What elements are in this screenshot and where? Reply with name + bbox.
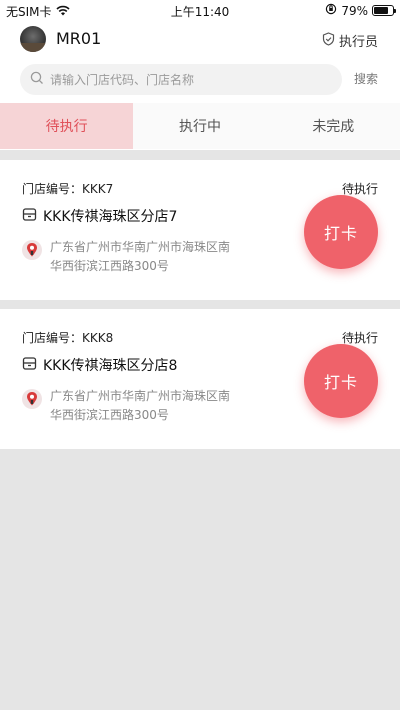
status-bar: 无SIM卡 上午11:40 79% <box>0 0 400 20</box>
avatar[interactable] <box>20 26 46 52</box>
header: MR01 执行员 <box>0 22 400 56</box>
store-name-row: KKK传祺海珠区分店8 <box>22 355 177 375</box>
role-badge: 执行员 <box>322 31 378 50</box>
tab-incomplete[interactable]: 未完成 <box>266 103 400 149</box>
username: MR01 <box>56 29 102 48</box>
store-address-row: 广东省广州市华南广州市海珠区南华西街滨江西路300号 <box>22 238 230 276</box>
store-status: 待执行 <box>341 331 378 345</box>
store-address: 广东省广州市华南广州市海珠区南华西街滨江西路300号 <box>50 389 231 422</box>
check-in-button[interactable]: 打卡 <box>304 344 378 418</box>
status-tabs: 待执行 执行中 未完成 <box>0 103 400 149</box>
store-address: 广东省广州市华南广州市海珠区南华西街滨江西路300号 <box>50 240 231 273</box>
store-code: 门店编号：KKK7 <box>22 182 114 196</box>
check-in-button[interactable]: 打卡 <box>304 195 378 269</box>
battery-fill <box>374 7 389 14</box>
tab-in-progress[interactable]: 执行中 <box>133 103 267 149</box>
store-icon <box>22 356 37 375</box>
search-input[interactable] <box>50 72 330 87</box>
store-name-row: KKK传祺海珠区分店7 <box>22 206 177 226</box>
role-label: 执行员 <box>338 35 378 50</box>
location-pin-icon <box>22 389 42 409</box>
store-name: KKK传祺海珠区分店8 <box>43 358 178 374</box>
location-pin-icon <box>22 240 42 260</box>
search-box[interactable] <box>20 64 342 95</box>
tab-pending[interactable]: 待执行 <box>0 103 134 149</box>
shield-check-icon <box>322 31 335 50</box>
battery-percent: 79% <box>341 3 368 18</box>
search-icon <box>30 70 44 89</box>
store-code: 门店编号：KKK8 <box>22 331 114 345</box>
search-button[interactable]: 搜索 <box>354 70 378 87</box>
orientation-lock-icon <box>325 3 337 18</box>
store-card[interactable]: 门店编号：KKK7 待执行 KKK传祺海珠区分店7 广东省广州市华南广州市海珠区… <box>0 160 400 300</box>
battery-icon <box>372 5 396 16</box>
store-icon <box>22 207 37 226</box>
store-address-row: 广东省广州市华南广州市海珠区南华西街滨江西路300号 <box>22 387 230 425</box>
store-status: 待执行 <box>341 182 378 196</box>
store-card[interactable]: 门店编号：KKK8 待执行 KKK传祺海珠区分店8 广东省广州市华南广州市海珠区… <box>0 309 400 449</box>
status-right: 79% <box>325 3 396 18</box>
store-name: KKK传祺海珠区分店7 <box>43 209 178 225</box>
